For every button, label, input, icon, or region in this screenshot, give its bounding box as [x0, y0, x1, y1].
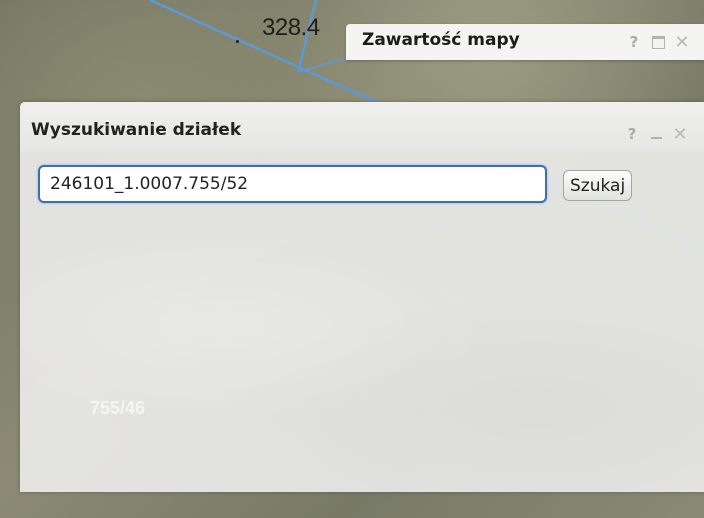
map-content-panel: Zawartość mapy ? ✕ — [346, 24, 704, 60]
window-title: Wyszukiwanie działek — [31, 120, 242, 140]
search-button[interactable]: Szukaj — [563, 170, 633, 201]
panel-controls: ? ✕ — [624, 32, 692, 53]
search-results-area — [20, 212, 704, 492]
close-icon[interactable]: ✕ — [672, 32, 692, 53]
restore-icon[interactable] — [648, 32, 668, 52]
parcel-search-window: Wyszukiwanie działek ? ✕ Szukaj 755/46 — [20, 102, 704, 492]
window-controls: ? ✕ — [622, 124, 690, 145]
panel-title: Zawartość mapy — [362, 30, 520, 50]
parcel-search-input[interactable] — [38, 165, 547, 203]
minimize-icon[interactable] — [646, 124, 666, 144]
close-icon[interactable]: ✕ — [670, 124, 690, 145]
help-icon[interactable]: ? — [622, 124, 642, 144]
parcel-boundary-line — [297, 57, 347, 73]
help-icon[interactable]: ? — [624, 32, 644, 52]
map-point — [236, 40, 239, 43]
window-header[interactable]: Wyszukiwanie działek ? ✕ — [20, 102, 704, 152]
map-parcel-label-ghost: 755/46 — [90, 398, 146, 418]
parcel-number-label: 328.4 — [262, 14, 320, 41]
